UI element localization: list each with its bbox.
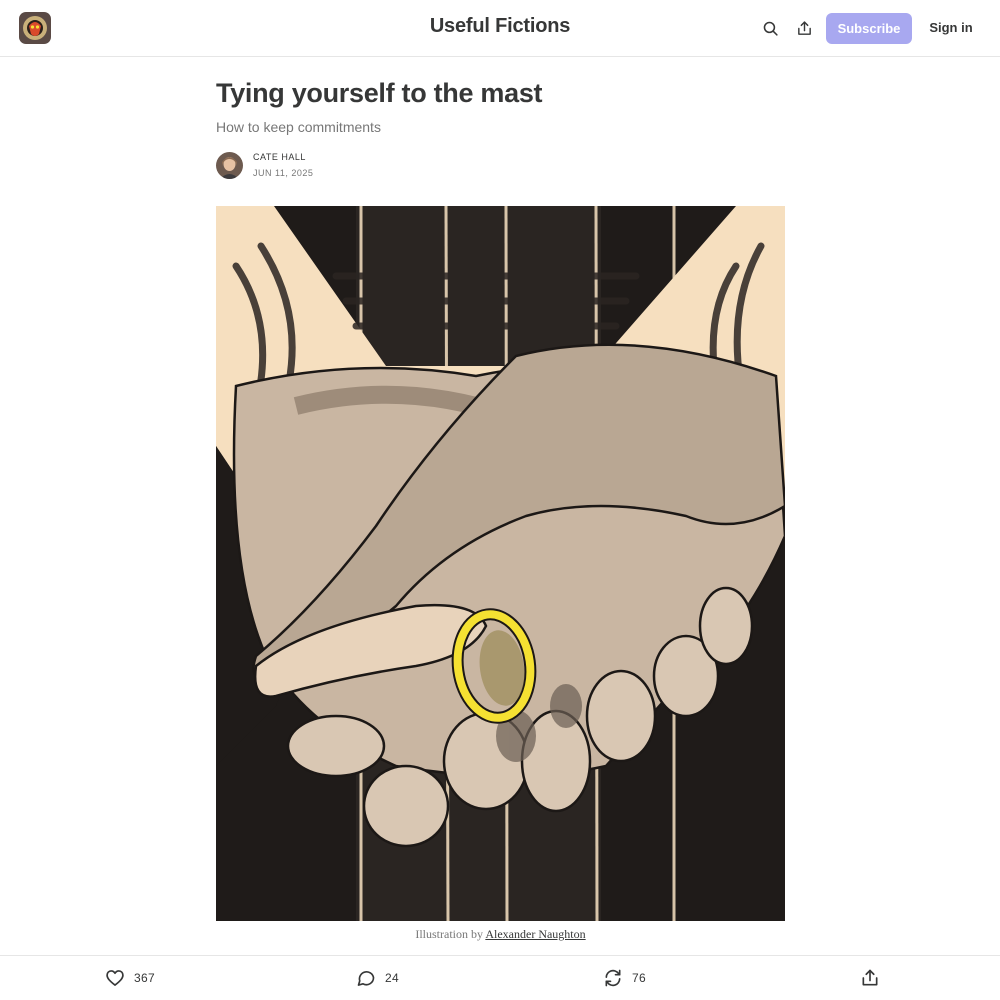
comment-button[interactable]: 24 [356,968,399,988]
author-name[interactable]: CATE HALL [253,152,306,162]
subscribe-button[interactable]: Subscribe [826,13,912,44]
restack-count: 76 [632,971,646,985]
top-bar: Useful Fictions Subscribe Sign in [0,0,1000,57]
sign-in-link[interactable]: Sign in [924,20,978,35]
share-button[interactable] [792,16,816,40]
post-date: JUN 11, 2025 [253,168,314,178]
post-title: Tying yourself to the mast [216,78,543,108]
share-icon [797,20,811,35]
post-action-bar: 367 24 76 [0,955,1000,1000]
search-icon [763,21,778,36]
author-avatar[interactable] [216,152,243,179]
comment-count: 24 [385,971,399,985]
heart-icon [106,970,124,986]
comment-icon [357,971,375,986]
restack-icon [605,969,621,987]
post-subtitle: How to keep commitments [216,119,381,135]
like-count: 367 [134,971,155,985]
publication-title[interactable]: Useful Fictions [430,15,571,37]
share-post-button[interactable] [860,968,880,988]
share-icon [862,969,878,986]
like-button[interactable]: 367 [105,968,155,988]
search-button[interactable] [758,16,782,40]
restack-button[interactable]: 76 [603,968,646,988]
hero-illustration[interactable] [216,206,785,921]
publication-logo[interactable] [19,12,51,44]
caption-credit-link[interactable]: Alexander Naughton [485,927,585,941]
image-caption: Illustration by Alexander Naughton [216,927,785,942]
caption-prefix: Illustration by [415,927,486,941]
